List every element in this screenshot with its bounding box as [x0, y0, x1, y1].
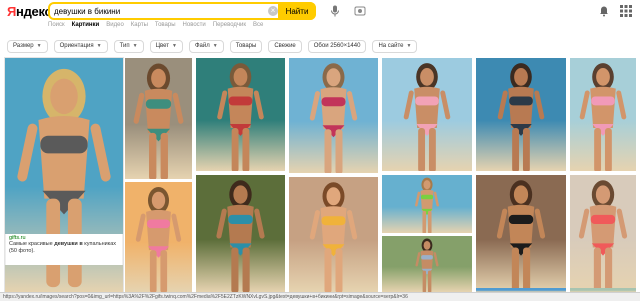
- filter-products[interactable]: Товары: [229, 40, 263, 53]
- image-result[interactable]: [196, 58, 285, 171]
- image-thumbnail: [309, 63, 358, 173]
- chevron-down-icon: ▼: [96, 43, 102, 49]
- image-thumbnail: [217, 63, 264, 171]
- chevron-down-icon: ▼: [36, 43, 42, 49]
- clear-icon[interactable]: ×: [268, 6, 278, 16]
- snippet-description: Самые красивые девушки в купальниках (50…: [9, 241, 117, 254]
- filter-bar: Размер ▼ Ориентация ▼ Тип ▼ Цвет ▼ Файл ▼ Тов…: [7, 40, 418, 54]
- tab-video[interactable]: Видео: [106, 22, 124, 34]
- image-thumbnail: [309, 182, 358, 292]
- image-result[interactable]: [382, 236, 472, 292]
- chevron-down-icon: ▼: [406, 43, 412, 49]
- tab-images[interactable]: Картинки: [72, 22, 100, 34]
- search-input[interactable]: [54, 5, 264, 18]
- tab-news[interactable]: Новости: [183, 22, 206, 34]
- image-result[interactable]: [570, 58, 636, 171]
- image-result[interactable]: [125, 182, 192, 292]
- tab-translator[interactable]: Переводчик: [213, 22, 246, 34]
- top-bar: Яндекс × Найти: [0, 0, 640, 24]
- status-bar-url: https://yandex.ru/images/search?pos=0&im…: [0, 292, 640, 301]
- image-thumbnail: [415, 177, 439, 233]
- chevron-down-icon: ▼: [212, 43, 218, 49]
- service-tabs: Поиск Картинки Видео Карты Товары Новост…: [48, 22, 263, 34]
- search-box: ×: [48, 2, 316, 20]
- tab-products[interactable]: Товары: [155, 22, 176, 34]
- image-result[interactable]: [382, 175, 472, 233]
- image-result[interactable]: [196, 175, 285, 292]
- tab-all[interactable]: Все: [253, 22, 263, 34]
- image-thumbnail: [403, 63, 451, 171]
- filter-orientation[interactable]: Ориентация ▼: [53, 40, 108, 53]
- filter-file[interactable]: Файл ▼: [188, 40, 224, 53]
- filter-type[interactable]: Тип ▼: [113, 40, 144, 53]
- image-result[interactable]: [289, 177, 378, 292]
- microphone-icon[interactable]: [330, 5, 340, 17]
- yandex-logo[interactable]: Яндекс: [7, 4, 52, 19]
- image-result[interactable]: [289, 58, 378, 173]
- chevron-down-icon: ▼: [172, 43, 177, 49]
- filter-color[interactable]: Цвет ▼: [149, 40, 183, 53]
- image-result[interactable]: [570, 175, 636, 292]
- image-thumbnail: [579, 63, 627, 171]
- upload-icon[interactable]: [354, 5, 366, 17]
- image-result[interactable]: [125, 58, 192, 179]
- image-thumbnail: [497, 63, 545, 171]
- tab-search[interactable]: Поиск: [48, 22, 65, 34]
- image-snippet[interactable]: gifts.ru Самые красивые девушки в купаль…: [5, 234, 123, 265]
- filter-wallpaper[interactable]: Обои 2560×1440: [307, 40, 367, 53]
- image-thumbnail: [133, 63, 184, 179]
- image-result[interactable]: [476, 58, 566, 171]
- image-thumbnail: [578, 180, 628, 292]
- filter-size[interactable]: Размер ▼: [7, 40, 48, 53]
- tab-maps[interactable]: Карты: [131, 22, 148, 34]
- search-button[interactable]: Найти: [278, 2, 316, 20]
- image-result[interactable]: [476, 175, 566, 292]
- image-thumbnail: [415, 238, 439, 292]
- filter-fresh[interactable]: Свежие: [268, 40, 302, 53]
- filter-on-site[interactable]: На сайте ▼: [372, 40, 418, 53]
- image-thumbnail: [135, 186, 182, 292]
- bell-icon[interactable]: [598, 4, 610, 17]
- chevron-down-icon: ▼: [132, 43, 138, 49]
- image-thumbnail: [496, 180, 546, 292]
- image-result[interactable]: [382, 58, 472, 171]
- apps-grid-icon[interactable]: [620, 5, 632, 17]
- image-thumbnail: [216, 180, 265, 292]
